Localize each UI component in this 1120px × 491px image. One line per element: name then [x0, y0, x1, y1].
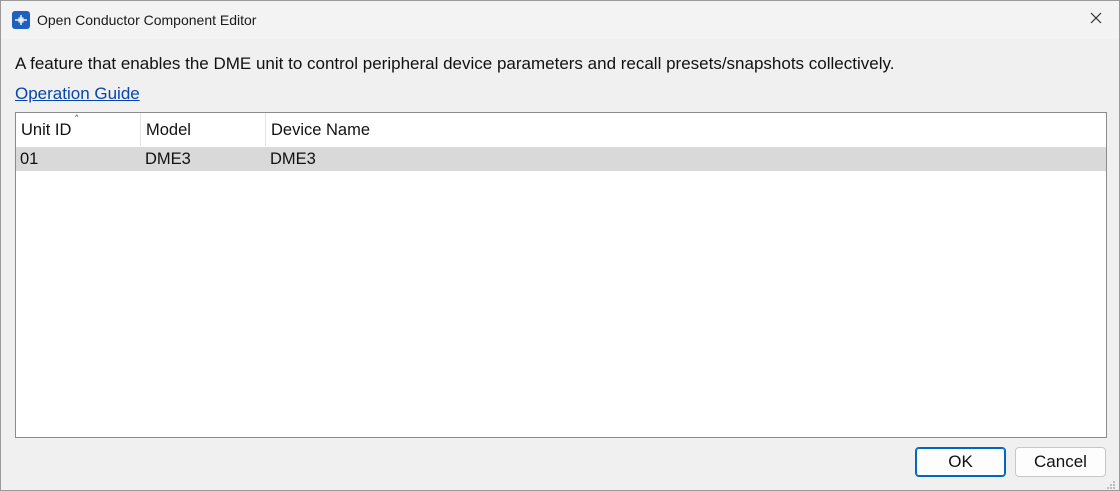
cell-unit-id: 01	[20, 150, 39, 168]
title-bar: Open Conductor Component Editor	[1, 1, 1119, 39]
unit-table: Unit ID ˄ Model Device Name 01 DME3 DME3	[15, 112, 1107, 438]
cell-model: DME3	[145, 150, 191, 168]
close-button[interactable]	[1073, 1, 1119, 39]
app-icon	[12, 11, 30, 29]
column-header-label: Device Name	[271, 121, 371, 139]
column-header-label: Unit ID	[21, 121, 72, 139]
window-title: Open Conductor Component Editor	[37, 12, 257, 28]
column-header-unit-id[interactable]: Unit ID ˄	[16, 113, 141, 146]
cancel-button[interactable]: Cancel	[1015, 447, 1106, 477]
dialog-window: Open Conductor Component Editor A featur…	[0, 0, 1120, 491]
sort-ascending-icon: ˄	[74, 113, 80, 126]
cell-device-name: DME3	[270, 150, 316, 168]
close-icon	[1090, 11, 1102, 29]
table-row[interactable]: 01 DME3 DME3	[16, 147, 1106, 171]
column-header-label: Model	[146, 121, 191, 139]
resize-grip-icon[interactable]	[1106, 477, 1116, 489]
operation-guide-link[interactable]: Operation Guide	[15, 84, 140, 104]
feature-description: A feature that enables the DME unit to c…	[15, 54, 895, 73]
ok-button[interactable]: OK	[915, 447, 1006, 477]
column-header-device-name[interactable]: Device Name	[266, 113, 1107, 146]
table-header: Unit ID ˄ Model Device Name	[16, 113, 1106, 146]
column-header-model[interactable]: Model	[141, 113, 266, 146]
